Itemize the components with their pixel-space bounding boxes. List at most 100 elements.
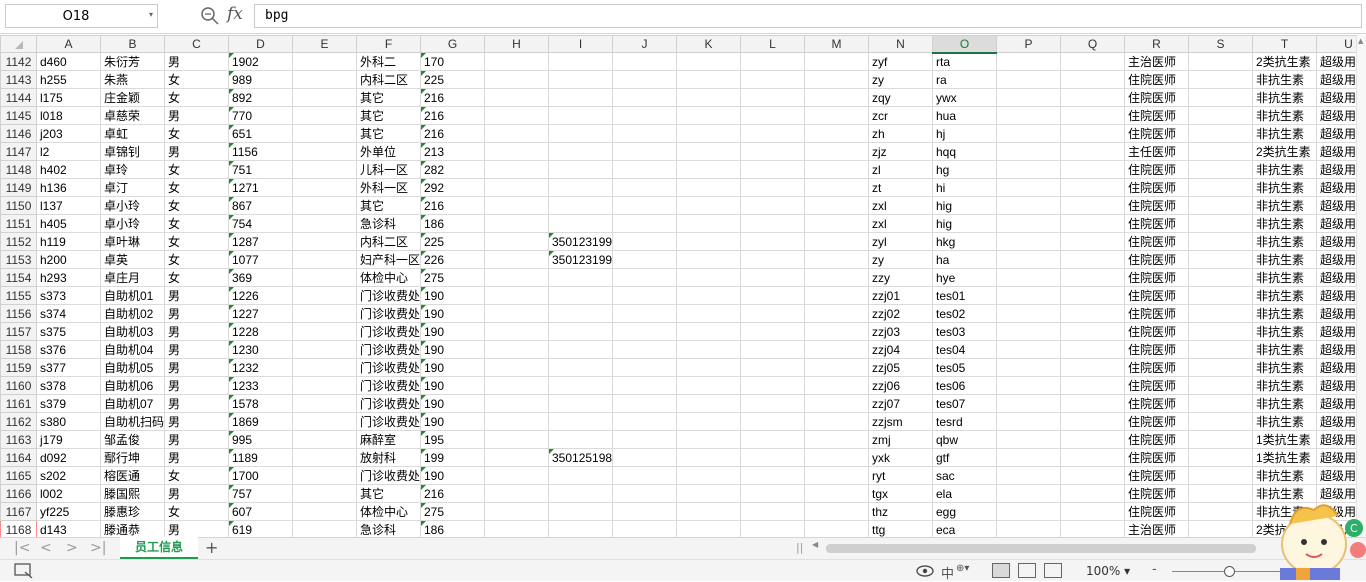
cell-e[interactable] — [292, 358, 357, 377]
cell-b[interactable]: 朱衍芳 — [100, 52, 165, 71]
column-header-g[interactable]: G — [420, 35, 485, 53]
cell-r[interactable]: 住院医师 — [1124, 430, 1189, 449]
cell-q[interactable] — [1060, 358, 1125, 377]
cell-f[interactable]: 妇产科一区 — [356, 250, 421, 269]
cell-q[interactable] — [1060, 520, 1125, 537]
cell-e[interactable] — [292, 178, 357, 197]
column-header-b[interactable]: B — [100, 35, 165, 53]
cell-i[interactable] — [548, 124, 613, 143]
cell-g[interactable]: 226 — [420, 250, 485, 269]
cell-c[interactable]: 女 — [164, 124, 229, 143]
cell-h[interactable] — [484, 160, 549, 179]
cell-g[interactable]: 186 — [420, 214, 485, 233]
cell-b[interactable]: 卓英 — [100, 250, 165, 269]
cell-r[interactable]: 住院医师 — [1124, 196, 1189, 215]
cell-m[interactable] — [804, 484, 869, 503]
cell-o[interactable]: hi — [932, 178, 997, 197]
cell-j[interactable] — [612, 124, 677, 143]
cell-e[interactable] — [292, 304, 357, 323]
cell-j[interactable] — [612, 106, 677, 125]
cell-u[interactable]: 超级用 — [1316, 466, 1356, 485]
cell-k[interactable] — [676, 484, 741, 503]
cell-f[interactable]: 门诊收费处 — [356, 376, 421, 395]
cell-l[interactable] — [740, 142, 805, 161]
row-header[interactable]: 1150 — [0, 196, 37, 215]
cell-k[interactable] — [676, 250, 741, 269]
cell-l[interactable] — [740, 160, 805, 179]
cell-u[interactable]: 超级用 — [1316, 124, 1356, 143]
cell-g[interactable]: 216 — [420, 484, 485, 503]
cell-o[interactable]: rta — [932, 52, 997, 71]
cell-k[interactable] — [676, 268, 741, 287]
ime-dropdown-icon[interactable]: ⊕▾ — [956, 563, 969, 574]
row-header[interactable]: 1159 — [0, 358, 37, 377]
cell-u[interactable]: 超级用 — [1316, 214, 1356, 233]
cell-c[interactable]: 女 — [164, 250, 229, 269]
cell-u[interactable]: 超级用 — [1316, 448, 1356, 467]
cell-t[interactable]: 非抗生素 — [1252, 106, 1317, 125]
cell-j[interactable] — [612, 88, 677, 107]
cell-h[interactable] — [484, 484, 549, 503]
cell-n[interactable]: zt — [868, 178, 933, 197]
cell-p[interactable] — [996, 268, 1061, 287]
cell-f[interactable]: 门诊收费处 — [356, 358, 421, 377]
cell-o[interactable]: hye — [932, 268, 997, 287]
cell-a[interactable]: s202 — [36, 466, 101, 485]
cell-k[interactable] — [676, 286, 741, 305]
cell-l[interactable] — [740, 340, 805, 359]
cell-s[interactable] — [1188, 304, 1253, 323]
cell-i[interactable] — [548, 376, 613, 395]
cell-c[interactable]: 男 — [164, 286, 229, 305]
cell-t[interactable]: 非抗生素 — [1252, 124, 1317, 143]
cell-s[interactable] — [1188, 70, 1253, 89]
cell-t[interactable]: 非抗生素 — [1252, 232, 1317, 251]
cell-h[interactable] — [484, 232, 549, 251]
cell-k[interactable] — [676, 304, 741, 323]
last-sheet-icon[interactable]: >| — [90, 540, 106, 556]
cell-m[interactable] — [804, 268, 869, 287]
cell-h[interactable] — [484, 412, 549, 431]
cell-u[interactable]: 超级用 — [1316, 106, 1356, 125]
cell-n[interactable]: zzjsm — [868, 412, 933, 431]
cell-k[interactable] — [676, 232, 741, 251]
cell-c[interactable]: 女 — [164, 214, 229, 233]
cell-f[interactable]: 儿科一区 — [356, 160, 421, 179]
cell-g[interactable]: 216 — [420, 196, 485, 215]
cell-i[interactable] — [548, 358, 613, 377]
row-header[interactable]: 1160 — [0, 376, 37, 395]
cell-n[interactable]: zyf — [868, 52, 933, 71]
cell-n[interactable]: yxk — [868, 448, 933, 467]
cell-p[interactable] — [996, 466, 1061, 485]
row-header[interactable]: 1151 — [0, 214, 37, 233]
cell-c[interactable]: 男 — [164, 304, 229, 323]
cell-i[interactable] — [548, 502, 613, 521]
cell-c[interactable]: 女 — [164, 268, 229, 287]
cell-g[interactable]: 225 — [420, 232, 485, 251]
column-header-a[interactable]: A — [36, 35, 101, 53]
cell-b[interactable]: 自助机02 — [100, 304, 165, 323]
cell-s[interactable] — [1188, 340, 1253, 359]
cell-u[interactable]: 超级用 — [1316, 250, 1356, 269]
row-header[interactable]: 1162 — [0, 412, 37, 431]
cell-m[interactable] — [804, 214, 869, 233]
cell-c[interactable]: 女 — [164, 70, 229, 89]
cell-i[interactable] — [548, 304, 613, 323]
cell-s[interactable] — [1188, 106, 1253, 125]
cell-b[interactable]: 卓小玲 — [100, 196, 165, 215]
cell-b[interactable]: 卓庄月 — [100, 268, 165, 287]
row-header[interactable]: 1165 — [0, 466, 37, 485]
cell-t[interactable]: 非抗生素 — [1252, 340, 1317, 359]
cell-i[interactable]: 350123199 — [548, 250, 613, 269]
cell-m[interactable] — [804, 466, 869, 485]
cell-l[interactable] — [740, 466, 805, 485]
cell-d[interactable]: 619 — [228, 520, 293, 537]
ime-indicator[interactable]: 中 — [941, 563, 954, 582]
cell-r[interactable]: 住院医师 — [1124, 376, 1189, 395]
cell-l[interactable] — [740, 250, 805, 269]
cell-h[interactable] — [484, 448, 549, 467]
cell-r[interactable]: 住院医师 — [1124, 304, 1189, 323]
cell-u[interactable]: 超级用 — [1316, 268, 1356, 287]
cell-d[interactable]: 1189 — [228, 448, 293, 467]
cell-a[interactable]: h255 — [36, 70, 101, 89]
cell-m[interactable] — [804, 412, 869, 431]
